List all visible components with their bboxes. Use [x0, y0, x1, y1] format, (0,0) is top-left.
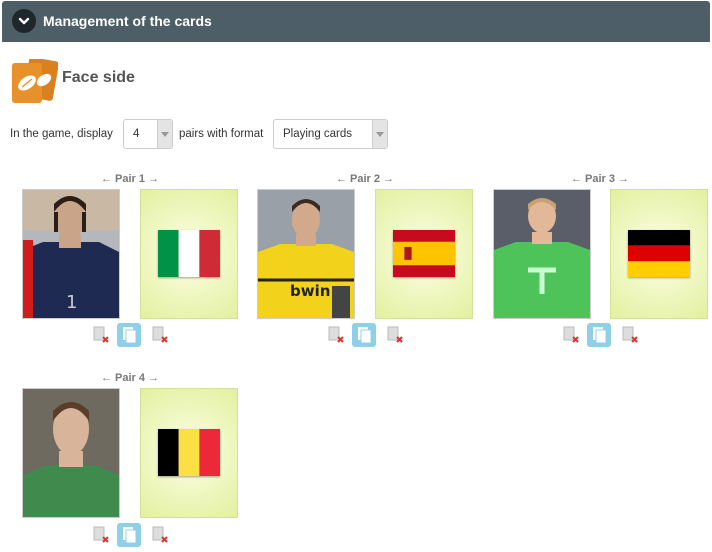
pair-3-flag-card[interactable] — [610, 189, 708, 319]
delete-back-icon[interactable] — [152, 326, 168, 344]
pair-3-photo-card[interactable] — [493, 189, 591, 319]
belgium-flag — [158, 429, 220, 476]
pair-3-label: ← Pair 3 → — [570, 173, 630, 185]
svg-text:bwin: bwin — [290, 282, 330, 300]
delete-back-icon[interactable] — [387, 326, 403, 344]
delete-face-icon[interactable] — [563, 326, 579, 344]
delete-back-icon[interactable] — [152, 526, 168, 544]
panel-header[interactable]: Management of the cards — [2, 1, 710, 42]
copy-card-icon[interactable] — [117, 323, 141, 347]
pair-1-label: ← Pair 1 → — [100, 173, 160, 185]
pair-4-photo-card[interactable] — [22, 388, 120, 518]
chevron-down-icon — [372, 120, 387, 148]
pair-2-flag-card[interactable] — [375, 189, 473, 319]
player-photo — [23, 389, 119, 517]
delete-face-icon[interactable] — [328, 326, 344, 344]
delete-back-icon[interactable] — [622, 326, 638, 344]
delete-face-icon[interactable] — [93, 526, 109, 544]
svg-text:1: 1 — [66, 292, 77, 313]
italy-flag — [158, 230, 220, 277]
chevron-down-icon — [18, 17, 30, 25]
spain-flag — [393, 230, 455, 277]
format-label: pairs with format — [179, 128, 264, 140]
delete-face-icon[interactable] — [93, 326, 109, 344]
face-side-title: Face side — [62, 69, 135, 86]
pair-1-photo-card[interactable]: 1 — [22, 189, 120, 319]
copy-card-icon[interactable] — [587, 323, 611, 347]
player-photo — [494, 190, 590, 318]
panel-title: Management of the cards — [43, 13, 212, 29]
pairs-count-select[interactable]: 4 — [123, 119, 173, 149]
pair-4-flag-card[interactable] — [140, 388, 238, 518]
chevron-down-icon — [157, 120, 172, 148]
pair-2-photo-card[interactable]: bwin — [257, 189, 355, 319]
cards-icon — [10, 57, 59, 103]
pair-4-label: ← Pair 4 → — [100, 372, 160, 384]
player-photo: bwin — [258, 190, 354, 318]
copy-card-icon[interactable] — [117, 523, 141, 547]
display-controls: In the game, display 4 pairs with format… — [0, 119, 712, 151]
display-prefix-label: In the game, display — [10, 128, 113, 140]
pairs-count-value: 4 — [133, 128, 140, 140]
collapse-toggle-button[interactable] — [12, 9, 36, 33]
copy-card-icon[interactable] — [352, 323, 376, 347]
pair-1-flag-card[interactable] — [140, 189, 238, 319]
format-value: Playing cards — [283, 128, 353, 140]
format-select[interactable]: Playing cards — [273, 119, 388, 149]
player-photo: 1 — [23, 190, 119, 318]
germany-flag — [628, 230, 690, 277]
pair-2-label: ← Pair 2 → — [335, 173, 395, 185]
